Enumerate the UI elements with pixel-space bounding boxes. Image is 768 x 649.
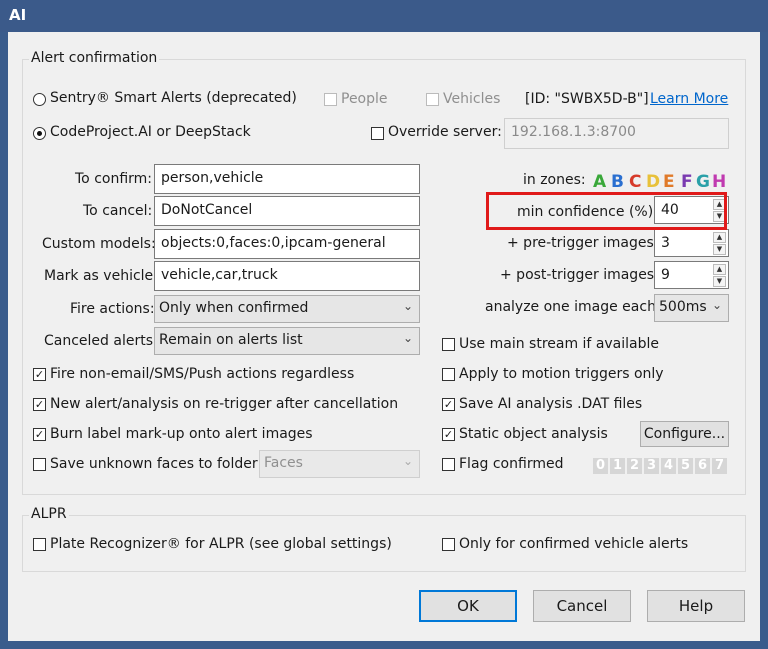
post-trigger-spinner[interactable]: 9 ▲ ▼: [654, 261, 729, 289]
save-faces-label: Save unknown faces to folder: [50, 456, 258, 472]
flag-digit-1: 1: [610, 458, 625, 474]
flag-digit-2: 2: [627, 458, 642, 474]
help-button[interactable]: Help: [647, 590, 745, 622]
save-dat-checkbox[interactable]: ✓: [442, 398, 455, 411]
fire-nonemail-label: Fire non-email/SMS/Push actions regardle…: [50, 366, 355, 382]
radio-selected-dot: [37, 131, 42, 136]
custom-models-label: Custom models:: [42, 236, 156, 252]
flag-digit-5: 5: [678, 458, 693, 474]
highlight-box: [486, 192, 727, 230]
chevron-down-icon: ⌄: [402, 331, 413, 345]
spin-down-icon[interactable]: ▼: [713, 244, 726, 255]
spin-up-icon[interactable]: ▲: [713, 232, 726, 243]
chevron-down-icon: ⌄: [402, 454, 413, 468]
learn-more-link[interactable]: Learn More: [650, 91, 728, 107]
alert-confirmation-label: Alert confirmation: [29, 50, 160, 66]
use-main-stream-label: Use main stream if available: [459, 336, 660, 352]
analyze-value: 500ms: [659, 299, 707, 315]
zone-f[interactable]: F: [681, 172, 693, 192]
plate-recognizer-checkbox[interactable]: [33, 538, 46, 551]
zone-a[interactable]: A: [593, 172, 606, 192]
spin-down-icon[interactable]: ▼: [713, 276, 726, 287]
mark-vehicle-label: Mark as vehicle:: [44, 268, 158, 284]
apply-motion-label: Apply to motion triggers only: [459, 366, 664, 382]
window-title: AI: [9, 6, 27, 24]
vehicles-label: Vehicles: [443, 91, 501, 107]
mark-vehicle-input[interactable]: vehicle,car,truck: [154, 261, 420, 291]
static-object-checkbox[interactable]: ✓: [442, 428, 455, 441]
to-confirm-label: To confirm:: [75, 171, 153, 187]
override-server-label: Override server:: [388, 124, 502, 140]
canceled-alerts-value: Remain on alerts list: [159, 332, 303, 348]
flag-digit-3: 3: [644, 458, 659, 474]
burn-label-checkbox[interactable]: ✓: [33, 428, 46, 441]
zone-e[interactable]: E: [663, 172, 675, 192]
pre-trigger-spinner[interactable]: 3 ▲ ▼: [654, 229, 729, 257]
server-address-input[interactable]: 192.168.1.3:8700: [504, 118, 729, 149]
fire-actions-select[interactable]: Only when confirmed ⌄: [154, 295, 420, 323]
fire-nonemail-checkbox[interactable]: ✓: [33, 368, 46, 381]
flag-confirmed-checkbox[interactable]: [442, 458, 455, 471]
zone-g[interactable]: G: [696, 172, 710, 192]
save-faces-checkbox[interactable]: [33, 458, 46, 471]
use-main-stream-checkbox[interactable]: [442, 338, 455, 351]
analyze-label: analyze one image each:: [485, 299, 661, 315]
in-zones-label: in zones:: [523, 172, 586, 188]
override-server-checkbox[interactable]: [371, 127, 384, 140]
pre-trigger-value: 3: [661, 235, 670, 251]
save-dat-label: Save AI analysis .DAT files: [459, 396, 643, 412]
sentry-label: Sentry® Smart Alerts (deprecated): [50, 90, 297, 106]
chevron-down-icon: ⌄: [711, 298, 722, 312]
zone-h[interactable]: H: [712, 172, 726, 192]
flag-digit-6: 6: [695, 458, 710, 474]
vehicles-checkbox[interactable]: [426, 93, 439, 106]
canceled-alerts-select[interactable]: Remain on alerts list ⌄: [154, 327, 420, 355]
flag-digit-7: 7: [712, 458, 727, 474]
cancel-button[interactable]: Cancel: [533, 590, 631, 622]
new-alert-label: New alert/analysis on re-trigger after c…: [50, 396, 399, 412]
flag-confirmed-label: Flag confirmed: [459, 456, 564, 472]
flag-digit-4: 4: [661, 458, 676, 474]
burn-label-text: Burn label mark-up onto alert images: [50, 426, 313, 442]
people-checkbox[interactable]: [324, 93, 337, 106]
custom-models-input[interactable]: objects:0,faces:0,ipcam-general: [154, 229, 420, 259]
only-vehicle-label: Only for confirmed vehicle alerts: [459, 536, 689, 552]
to-confirm-input[interactable]: person,vehicle: [154, 164, 420, 194]
zone-d[interactable]: D: [646, 172, 660, 192]
plate-recognizer-label: Plate Recognizer® for ALPR (see global s…: [50, 536, 392, 552]
codeproject-radio[interactable]: [33, 127, 46, 140]
pre-trigger-label: + pre-trigger images:: [507, 235, 659, 251]
alpr-label: ALPR: [29, 506, 69, 522]
to-cancel-label: To cancel:: [83, 203, 153, 219]
apply-motion-checkbox[interactable]: [442, 368, 455, 381]
faces-folder-value: Faces: [264, 455, 303, 471]
people-label: People: [341, 91, 388, 107]
canceled-alerts-label: Canceled alerts:: [44, 333, 158, 349]
fire-actions-label: Fire actions:: [70, 301, 155, 317]
flag-digit-0: 0: [593, 458, 608, 474]
post-trigger-value: 9: [661, 267, 670, 283]
fire-actions-value: Only when confirmed: [159, 300, 309, 316]
only-vehicle-checkbox[interactable]: [442, 538, 455, 551]
sentry-radio[interactable]: [33, 93, 46, 106]
analyze-select[interactable]: 500ms ⌄: [654, 294, 729, 322]
codeproject-label: CodeProject.AI or DeepStack: [50, 124, 251, 140]
id-text: [ID: "SWBX5D-B"]: [525, 91, 649, 107]
faces-folder-select[interactable]: Faces ⌄: [259, 450, 420, 478]
static-object-label: Static object analysis: [459, 426, 608, 442]
new-alert-checkbox[interactable]: ✓: [33, 398, 46, 411]
zone-b[interactable]: B: [611, 172, 624, 192]
post-trigger-label: + post-trigger images:: [500, 267, 659, 283]
title-bar[interactable]: AI: [0, 0, 768, 32]
spin-up-icon[interactable]: ▲: [713, 264, 726, 275]
ok-button[interactable]: OK: [419, 590, 517, 622]
configure-button[interactable]: Configure...: [640, 421, 729, 447]
chevron-down-icon: ⌄: [402, 299, 413, 313]
to-cancel-input[interactable]: DoNotCancel: [154, 196, 420, 226]
zone-c[interactable]: C: [629, 172, 641, 192]
